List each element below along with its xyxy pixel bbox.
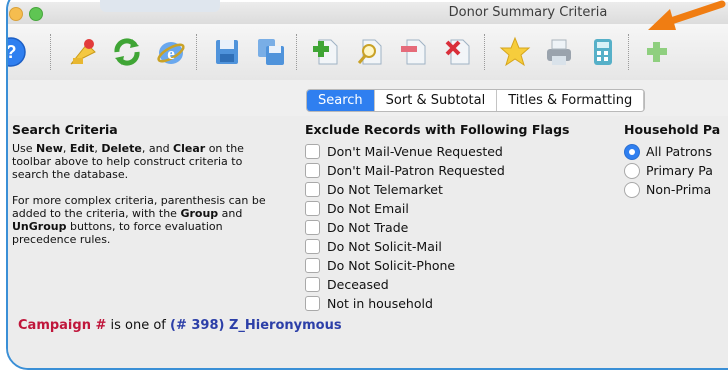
help-keyword: UnGroup: [12, 220, 67, 233]
household-option-label: All Patrons: [646, 144, 712, 159]
household-option-label: Primary Pa: [646, 163, 713, 178]
exclude-flag-checkbox[interactable]: [305, 144, 320, 159]
help-text: , and: [141, 142, 174, 155]
help-paragraph: Use New, Edit, Delete, and Clear on the …: [12, 142, 274, 181]
exclude-flags-list: Don't Mail-Venue Requested Don't Mail-Pat…: [305, 142, 505, 313]
exclude-flag-label: Do Not Solicit-Mail: [327, 239, 442, 254]
exclude-flag-label: Do Not Solicit-Phone: [327, 258, 456, 273]
exclude-flag-label: Do Not Trade: [327, 220, 409, 235]
exclude-flag-checkbox[interactable]: [305, 220, 320, 235]
exclude-flag-checkbox[interactable]: [305, 182, 320, 197]
exclude-flag-row[interactable]: Deceased: [305, 275, 505, 294]
household-radio[interactable]: [624, 143, 640, 160]
exclude-flag-label: Do Not Telemarket: [327, 182, 443, 197]
toolbar-separator: [484, 34, 485, 70]
star-icon[interactable]: [498, 35, 532, 69]
household-option[interactable]: Non-Prima: [624, 180, 713, 199]
criteria-line[interactable]: Campaign # is one of (# 398) Z_Hieronymo…: [18, 318, 342, 333]
exclude-flag-checkbox[interactable]: [305, 277, 320, 292]
print-icon[interactable]: [542, 35, 576, 69]
exclude-flag-checkbox[interactable]: [305, 239, 320, 254]
household-heading: Household Pa: [624, 122, 721, 137]
toolbar-separator: [628, 34, 629, 70]
remove-icon[interactable]: [398, 35, 432, 69]
exclude-flag-checkbox[interactable]: [305, 258, 320, 273]
tab-titles-formatting[interactable]: Titles & Formatting: [497, 90, 645, 111]
help-keyword: Edit: [69, 142, 95, 155]
exclude-flag-label: Don't Mail-Patron Requested: [327, 163, 505, 178]
help-text: Use: [12, 142, 37, 155]
exclude-flag-checkbox[interactable]: [305, 296, 320, 311]
delete-icon[interactable]: [442, 35, 476, 69]
household-option[interactable]: All Patrons: [624, 142, 713, 161]
exclude-flag-label: Deceased: [327, 277, 389, 292]
window-top-strip: [100, 0, 220, 12]
household-radio[interactable]: [624, 162, 640, 179]
exclude-flag-row[interactable]: Do Not Email: [305, 199, 505, 218]
group-icon[interactable]: [642, 35, 676, 69]
pin-icon[interactable]: [66, 35, 100, 69]
refresh-icon[interactable]: [110, 35, 144, 69]
add-icon[interactable]: [310, 35, 344, 69]
exclude-flag-checkbox[interactable]: [305, 163, 320, 178]
criteria-operator: is one of: [106, 318, 171, 333]
search-criteria-help: Use New, Edit, Delete, and Clear on the …: [12, 142, 274, 259]
search-icon[interactable]: [354, 35, 388, 69]
criteria-field: Campaign #: [18, 318, 107, 333]
household-radio[interactable]: [624, 181, 640, 198]
exclude-flag-checkbox[interactable]: [305, 201, 320, 216]
tab-row: Search Sort & Subtotal Titles & Formatti…: [8, 80, 728, 117]
annotation-arrow-icon: [648, 0, 726, 30]
exclude-flag-row[interactable]: Do Not Telemarket: [305, 180, 505, 199]
calculator-icon[interactable]: [586, 35, 620, 69]
exclude-flag-row[interactable]: Don't Mail-Patron Requested: [305, 161, 505, 180]
help-keyword: Delete: [101, 142, 142, 155]
tab-search[interactable]: Search: [307, 90, 375, 111]
exclude-flags-heading: Exclude Records with Following Flags: [305, 122, 570, 137]
exclude-flag-row[interactable]: Do Not Solicit-Mail: [305, 237, 505, 256]
search-pane: Search Criteria Use New, Edit, Delete, a…: [8, 116, 728, 368]
household-options: All Patrons Primary Pa Non-Prima: [624, 142, 713, 199]
exclude-flag-row[interactable]: Don't Mail-Venue Requested: [305, 142, 505, 161]
criteria-value: (# 398) Z_Hieronymous: [170, 318, 342, 333]
exclude-flag-row[interactable]: Do Not Solicit-Phone: [305, 256, 505, 275]
exclude-flag-label: Do Not Email: [327, 201, 409, 216]
household-option[interactable]: Primary Pa: [624, 161, 713, 180]
toolbar-separator: [196, 34, 197, 70]
help-paragraph: For more complex criteria, parenthesis c…: [12, 194, 274, 246]
tab-sort-subtotal[interactable]: Sort & Subtotal: [375, 90, 498, 111]
help-icon[interactable]: ?: [6, 35, 28, 69]
help-text: and: [218, 207, 243, 220]
toolbar-separator: [50, 34, 51, 70]
svg-text:?: ?: [6, 42, 17, 62]
app-window: Donor Summary Criteria ? e Search Sort &…: [6, 0, 728, 370]
internet-icon[interactable]: e: [154, 35, 188, 69]
exclude-flag-label: Don't Mail-Venue Requested: [327, 144, 503, 159]
help-text: ,: [62, 142, 70, 155]
search-criteria-heading: Search Criteria: [12, 122, 118, 137]
exclude-flag-row[interactable]: Do Not Trade: [305, 218, 505, 237]
exclude-flag-label: Not in household: [327, 296, 433, 311]
save-as-icon[interactable]: [254, 35, 288, 69]
toolbar: ? e: [8, 24, 728, 81]
save-icon[interactable]: [210, 35, 244, 69]
toolbar-separator: [296, 34, 297, 70]
tab-bar: Search Sort & Subtotal Titles & Formatti…: [306, 89, 646, 112]
help-keyword: Clear: [173, 142, 206, 155]
household-option-label: Non-Prima: [646, 182, 712, 197]
help-keyword: Group: [180, 207, 219, 220]
help-keyword: New: [36, 142, 63, 155]
exclude-flag-row[interactable]: Not in household: [305, 294, 505, 313]
svg-text:e: e: [167, 44, 175, 63]
